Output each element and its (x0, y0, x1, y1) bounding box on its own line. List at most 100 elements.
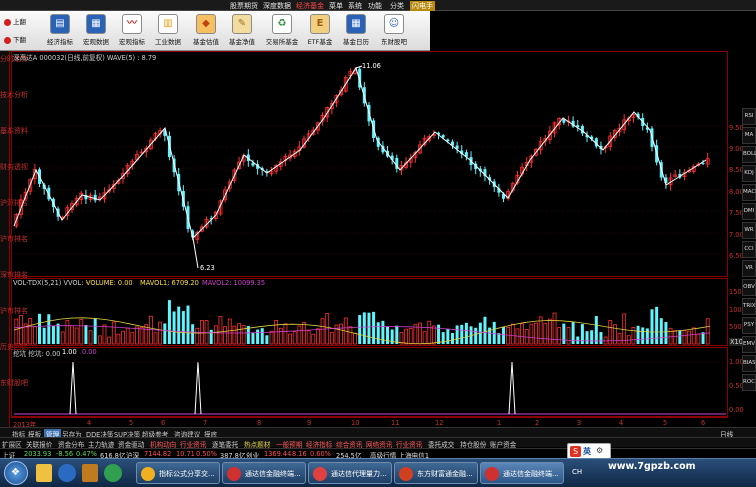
volume-bar-down (636, 325, 640, 344)
mavol1-line (13, 317, 711, 345)
volume-bar-down (594, 316, 598, 344)
task-tdx-proxy-label: 通达信代理量力... (331, 470, 387, 478)
volume-bar-up (339, 323, 344, 345)
volume-bar-down (260, 328, 264, 344)
volume-bar-down (645, 328, 649, 344)
date-tick: 5 (663, 419, 668, 427)
app-pin-icon[interactable] (104, 464, 122, 482)
date-tick: 5 (129, 419, 134, 427)
volume-bar-up (19, 315, 23, 345)
volume-bar-up (74, 327, 79, 345)
volume-bar-down (172, 311, 176, 344)
task-tdx-1-label: 通达信金融终端... (245, 470, 301, 478)
volume-bar-up (311, 333, 316, 345)
mavol1-value: MAVOL1: 6709.20 (140, 279, 199, 287)
volume-bar-up (520, 323, 524, 345)
volume-bar-up (153, 332, 158, 345)
volume-bar-up (116, 333, 121, 345)
task-browser[interactable]: 指标公式分享交... (136, 462, 220, 484)
sh-index-value: 2033.93 (24, 450, 52, 458)
volume-bar-up (622, 313, 627, 345)
indicator-shortcut-vr[interactable]: VR (742, 260, 756, 277)
volume-bar-down (464, 322, 468, 344)
start-button[interactable]: ❖ (4, 461, 28, 485)
kline-chart[interactable] (0, 0, 756, 487)
volume-bar-up (705, 318, 710, 345)
volume-bar-down (191, 324, 195, 344)
ie-pin-icon[interactable] (58, 464, 76, 482)
explorer-pin-icon[interactable] (36, 464, 52, 482)
indicator-v1: 1.00 (62, 348, 77, 356)
indicator-shortcut-trix[interactable]: TRIX (742, 298, 756, 315)
indicator-shortcut-kdj[interactable]: KDJ (742, 165, 756, 182)
volume-bar-up (566, 327, 571, 345)
volume-bar-down (641, 327, 645, 344)
volume-bar-down (265, 335, 269, 344)
extension-tab-bar: 扩展区 关联报价 资金分布 主力轨迹 资金驱动 机构动向 行业资讯 逐笔委托 热… (0, 437, 756, 449)
right-indicator-toolbar: RSI MA BOLL KDJ MACD DMI WR CCI VR OBV TRIX PSY EMV B… (742, 108, 756, 428)
indicator-shortcut-roc[interactable]: ROC (742, 374, 756, 391)
date-tick: 11 (391, 419, 400, 427)
sz-index-value: 7144.82 (144, 450, 172, 458)
indicator-shortcut-bias[interactable]: BIAS (742, 355, 756, 372)
ime-mode-label[interactable]: 英 (583, 446, 591, 457)
indicator-shortcut-rsi[interactable]: RSI (742, 108, 756, 125)
volume-bar-up (237, 323, 241, 345)
volume-bar-up (125, 327, 130, 345)
indicator-shortcut-obv[interactable]: OBV (742, 279, 756, 296)
volume-bar-up (139, 326, 144, 345)
volume-bar-up (543, 322, 548, 345)
cy-index-value: 1369.44 (264, 450, 292, 458)
sh-index-pct: 0.47% (76, 450, 97, 458)
task-tdx-proxy[interactable]: 通达信代理量力... (308, 462, 392, 484)
tdx-terminal-window: 股票期货 深度数据 经济基金 菜单 系统 功能 分类 闪电手 上翻 下翻 ▤ 经… (0, 0, 756, 487)
indicator-tab-bar: 指标 模板 管理 另存为 DDE决策 SUP决策 超级参考 咨询建议 摸底 日线 (0, 427, 756, 439)
indicator-v2: 0.00 (82, 348, 97, 356)
task-browser-label: 指标公式分享交... (159, 470, 215, 478)
indicator-shortcut-psy[interactable]: PSY (742, 317, 756, 334)
volume-bar-up (506, 327, 511, 345)
low-price-label: 6.23 (200, 264, 215, 272)
ime-toolbar[interactable]: S 英 ⚙ (567, 443, 611, 459)
date-tick: 6 (701, 419, 706, 427)
media-pin-icon[interactable] (82, 464, 98, 482)
windows-logo-icon: ❖ (11, 467, 20, 478)
volume-bar-up (320, 318, 325, 345)
task-tdx-1[interactable]: 通达信金融终端... (222, 462, 306, 484)
volume-bar-up (269, 330, 274, 345)
indicator-shortcut-boll[interactable]: BOLL (742, 146, 756, 163)
task-eastmoney[interactable]: 东方财富通金融... (394, 462, 478, 484)
indicator-shortcut-cci[interactable]: CCI (742, 241, 756, 258)
volume-bar-up (227, 318, 232, 345)
high-price-label: 11.06 (362, 62, 381, 70)
indicator-shortcut-ma[interactable]: MA (742, 127, 756, 144)
volume-bar-up (557, 327, 562, 345)
volume-bar-up (691, 327, 696, 345)
volume-bar-up (306, 330, 311, 345)
market-status-bar: 上证 2033.93 -8.56 0.47% 616.8亿 沪深 7144.82… (0, 448, 756, 460)
volume-bar-up (195, 327, 200, 345)
volume-bar-up (682, 329, 687, 345)
ime-settings-icon[interactable]: ⚙ (596, 446, 603, 455)
language-indicator[interactable]: CH (572, 468, 582, 476)
mavol2-value: MAVOL2: 10099.35 (202, 279, 266, 287)
indicator-shortcut-wr[interactable]: WR (742, 222, 756, 239)
volume-bar-down (51, 325, 55, 344)
volume-bar-down (437, 324, 441, 344)
indicator-shortcut-macd[interactable]: MACD (742, 184, 756, 201)
site-watermark: www.7gpzb.com (608, 461, 696, 472)
task-tdx-2[interactable]: 通达信金融终端... (480, 462, 564, 484)
browser-icon (141, 467, 155, 481)
tdx-icon (227, 467, 241, 481)
volume-bar-down (93, 318, 97, 344)
volume-bar-up (408, 328, 413, 345)
volume-bar-up (329, 332, 334, 345)
volume-bar-down (56, 323, 60, 344)
volume-bar-down (367, 312, 371, 344)
price-panel-header: 深高达A 000032(日线,前复权) WAVE(5) : 8.79 (13, 54, 157, 62)
indicator-shortcut-emv[interactable]: EMV (742, 336, 756, 353)
indicator-shortcut-dmi[interactable]: DMI (742, 203, 756, 220)
volume-bar-up (413, 324, 418, 345)
date-axis: 2013年 4 5 6 7 8 9 10 11 12 1 2 3 4 5 6 (11, 417, 728, 429)
volume-bar-down (209, 329, 213, 344)
